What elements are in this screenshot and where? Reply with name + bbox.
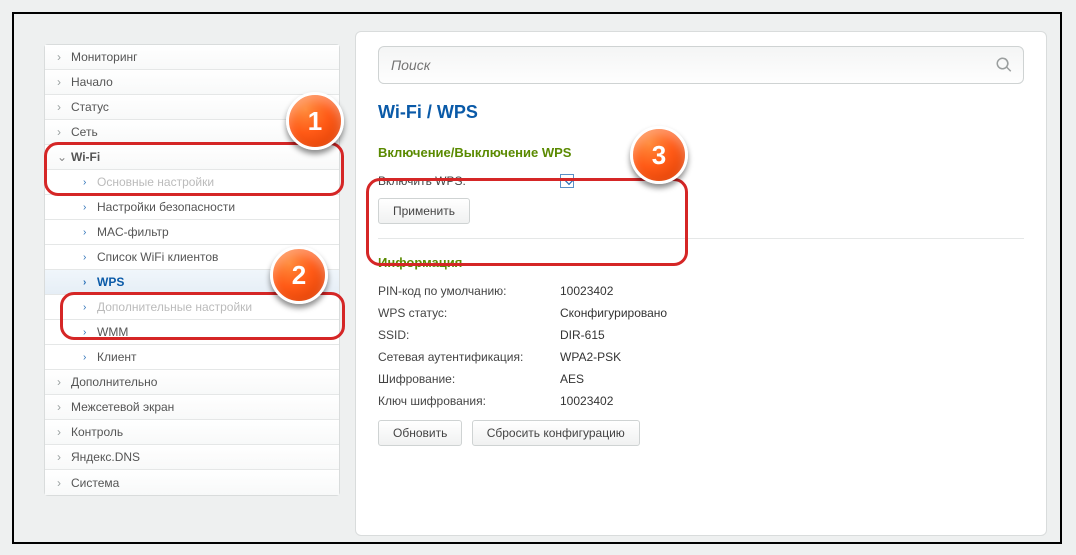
checkbox-enable-wps[interactable] <box>560 174 574 188</box>
search-input[interactable] <box>379 47 1023 83</box>
nav-label: Список WiFi клиентов <box>97 250 218 264</box>
nav-label: MAC-фильтр <box>97 225 169 239</box>
chevron-right-icon: › <box>57 75 71 89</box>
nav-control[interactable]: ›Контроль <box>45 420 339 445</box>
nav-label: Wi-Fi <box>71 150 100 164</box>
row-enc: Шифрование: AES <box>378 372 1024 386</box>
chevron-right-icon: › <box>57 375 71 389</box>
nav-wifi-clients[interactable]: ›Список WiFi клиентов <box>45 245 339 270</box>
nav-yandex-dns[interactable]: ›Яндекс.DNS <box>45 445 339 470</box>
sidebar: ›Мониторинг ›Начало ›Статус ›Сеть ⌄Wi-Fi… <box>44 44 340 496</box>
nav-label: Яндекс.DNS <box>71 450 140 464</box>
row-status: WPS статус: Сконфигурировано <box>378 306 1024 320</box>
nav-label: Дополнительные настройки <box>97 300 252 314</box>
nav-label: WPS <box>97 275 124 289</box>
nav-wifi-client[interactable]: ›Клиент <box>45 345 339 370</box>
search-box <box>378 46 1024 84</box>
row-auth: Сетевая аутентификация: WPA2-PSK <box>378 350 1024 364</box>
search-icon <box>995 56 1013 74</box>
nav-advanced[interactable]: ›Дополнительно <box>45 370 339 395</box>
nav-start[interactable]: ›Начало <box>45 70 339 95</box>
nav-wifi-extra[interactable]: ›Дополнительные настройки <box>45 295 339 320</box>
chevron-right-icon: › <box>83 202 97 213</box>
nav-label: Контроль <box>71 425 123 439</box>
label-pin: PIN-код по умолчанию: <box>378 284 560 298</box>
nav-label: Мониторинг <box>71 50 138 64</box>
row-pin: PIN-код по умолчанию: 10023402 <box>378 284 1024 298</box>
nav-wifi-mac[interactable]: ›MAC-фильтр <box>45 220 339 245</box>
nav-net[interactable]: ›Сеть <box>45 120 339 145</box>
nav-wifi-security[interactable]: ›Настройки безопасности <box>45 195 339 220</box>
nav-label: Начало <box>71 75 113 89</box>
chevron-right-icon: › <box>57 450 71 464</box>
breadcrumb: Wi-Fi / WPS <box>378 102 1024 123</box>
reset-config-button[interactable]: Сбросить конфигурацию <box>472 420 640 446</box>
nav-label: WMM <box>97 325 128 339</box>
nav-status[interactable]: ›Статус <box>45 95 339 120</box>
app-frame: ›Мониторинг ›Начало ›Статус ›Сеть ⌄Wi-Fi… <box>12 12 1062 544</box>
nav-firewall[interactable]: ›Межсетевой экран <box>45 395 339 420</box>
nav-system[interactable]: ›Система <box>45 470 339 495</box>
chevron-right-icon: › <box>57 425 71 439</box>
chevron-right-icon: › <box>83 302 97 313</box>
chevron-right-icon: › <box>57 400 71 414</box>
label-enable-wps: Включить WPS: <box>378 174 560 188</box>
value-status: Сконфигурировано <box>560 306 667 320</box>
value-ssid: DIR-615 <box>560 328 605 342</box>
nav-wifi-wps[interactable]: ›WPS <box>45 270 339 295</box>
chevron-right-icon: › <box>57 50 71 64</box>
info-table: PIN-код по умолчанию: 10023402 WPS стату… <box>378 284 1024 408</box>
label-key: Ключ шифрования: <box>378 394 560 408</box>
nav-label: Настройки безопасности <box>97 200 235 214</box>
nav-label: Сеть <box>71 125 98 139</box>
chevron-right-icon: › <box>83 352 97 363</box>
chevron-down-icon: ⌄ <box>57 150 71 164</box>
row-ssid: SSID: DIR-615 <box>378 328 1024 342</box>
divider <box>378 238 1024 239</box>
chevron-right-icon: › <box>83 177 97 188</box>
nav-label: Дополнительно <box>71 375 157 389</box>
chevron-right-icon: › <box>57 100 71 114</box>
chevron-right-icon: › <box>83 327 97 338</box>
chevron-right-icon: › <box>57 125 71 139</box>
nav-label: Система <box>71 476 119 490</box>
nav-label: Межсетевой экран <box>71 400 174 414</box>
nav-wifi-wmm[interactable]: ›WMM <box>45 320 339 345</box>
value-key: 10023402 <box>560 394 613 408</box>
section-wps-toggle-title: Включение/Выключение WPS <box>378 145 1024 160</box>
nav-label: Статус <box>71 100 109 114</box>
nav-wifi[interactable]: ⌄Wi-Fi <box>45 145 339 170</box>
label-auth: Сетевая аутентификация: <box>378 350 560 364</box>
label-ssid: SSID: <box>378 328 560 342</box>
chevron-right-icon: › <box>57 476 71 490</box>
value-enc: AES <box>560 372 584 386</box>
chevron-right-icon: › <box>83 227 97 238</box>
nav-label: Клиент <box>97 350 137 364</box>
row-key: Ключ шифрования: 10023402 <box>378 394 1024 408</box>
value-auth: WPA2-PSK <box>560 350 621 364</box>
label-status: WPS статус: <box>378 306 560 320</box>
apply-button[interactable]: Применить <box>378 198 470 224</box>
chevron-right-icon: › <box>83 252 97 263</box>
value-pin: 10023402 <box>560 284 613 298</box>
nav-monitoring[interactable]: ›Мониторинг <box>45 45 339 70</box>
row-enable-wps: Включить WPS: <box>378 174 1024 188</box>
refresh-button[interactable]: Обновить <box>378 420 462 446</box>
chevron-right-icon: › <box>83 277 97 288</box>
nav-label: Основные настройки <box>97 175 214 189</box>
main-panel: Wi-Fi / WPS Включение/Выключение WPS Вкл… <box>355 31 1047 536</box>
section-info-title: Информация <box>378 255 1024 270</box>
label-enc: Шифрование: <box>378 372 560 386</box>
nav-wifi-basic[interactable]: ›Основные настройки <box>45 170 339 195</box>
